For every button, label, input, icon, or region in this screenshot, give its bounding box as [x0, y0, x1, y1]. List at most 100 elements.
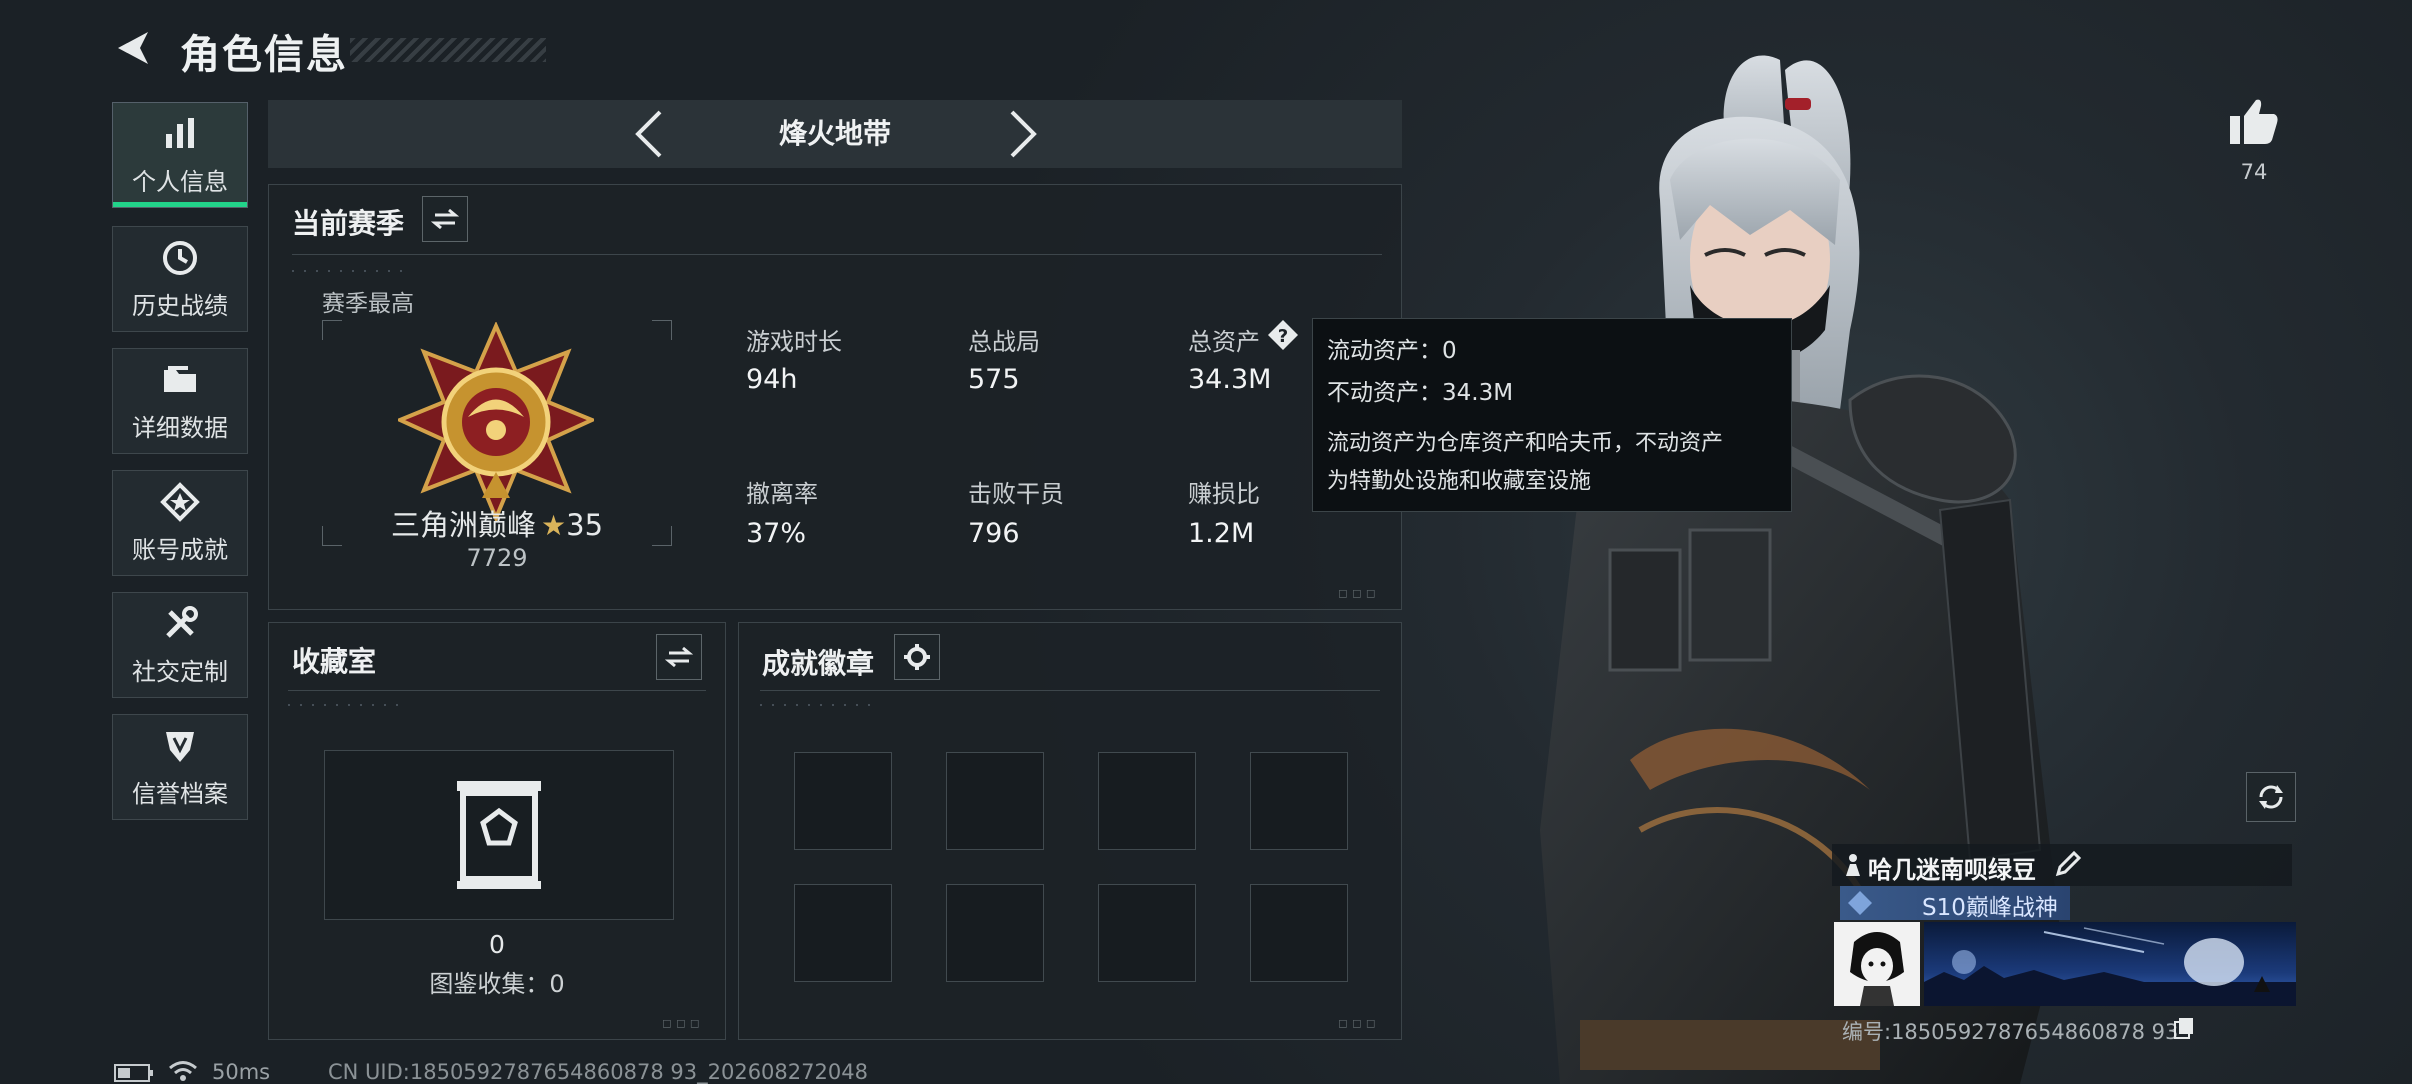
rank-star-icon: ★ — [541, 509, 567, 542]
badge-slot[interactable] — [1250, 752, 1348, 850]
player-avatar[interactable] — [1834, 922, 1920, 1006]
stat-value-total-assets: 34.3M — [1188, 364, 1272, 395]
badge-slot[interactable] — [1250, 884, 1348, 982]
title-emblem-icon — [1848, 891, 1872, 915]
player-rank-icon — [1846, 854, 1860, 876]
clock-history-icon — [163, 240, 197, 275]
back-arrow-icon[interactable] — [112, 26, 156, 70]
svg-text:?: ? — [1278, 326, 1288, 347]
stat-label-profit-loss: 赚损比 — [1188, 480, 1260, 508]
catalog-collection: 图鉴收集：0 — [429, 970, 565, 998]
badge-slot[interactable] — [1098, 752, 1196, 850]
sidebar-item-detailed-data[interactable]: 详细数据 — [112, 348, 248, 454]
status-uid: CN UID:1850592787654860878 93_2026082720… — [328, 1060, 868, 1084]
page-title: 角色信息 — [180, 32, 348, 78]
stat-value-playtime: 94h — [746, 364, 798, 395]
player-banner[interactable] — [1924, 922, 2296, 1006]
bar-chart-icon — [166, 117, 194, 148]
tooltip-description-line1: 流动资产为仓库资产和哈夫币，不动资产 — [1327, 431, 1724, 456]
panel-decoration — [288, 704, 398, 706]
stat-label-playtime: 游戏时长 — [746, 328, 842, 356]
sidebar-item-label: 账号成就 — [132, 535, 228, 564]
badges-settings-button[interactable] — [894, 634, 940, 680]
mode-title: 烽火地带 — [778, 117, 891, 150]
player-name: 哈几迷南呗绿豆 — [1868, 856, 2036, 884]
refresh-icon — [2259, 785, 2283, 809]
copy-icon[interactable] — [2172, 1016, 2196, 1040]
collection-count: 0 — [489, 930, 505, 959]
badge-slot[interactable] — [946, 884, 1044, 982]
achievement-star-icon — [160, 481, 200, 522]
sidebar-item-match-history[interactable]: 历史战绩 — [112, 226, 248, 332]
badge-slot[interactable] — [794, 884, 892, 982]
player-id: 编号:1850592787654860878 93 — [1842, 1020, 2179, 1044]
gear-icon — [904, 644, 930, 670]
badge-slot[interactable] — [946, 752, 1044, 850]
shield-badge-icon — [166, 731, 194, 762]
sidebar-item-label: 个人信息 — [132, 167, 228, 196]
rotate-view-button[interactable] — [2246, 772, 2296, 822]
sidebar-item-achievements[interactable]: 账号成就 — [112, 470, 248, 576]
panel-divider — [760, 690, 1380, 691]
season-peak-label: 赛季最高 — [322, 291, 414, 317]
panel-divider — [292, 254, 1382, 255]
stat-label-total-assets: 总资产 — [1188, 328, 1260, 356]
assets-help-button[interactable]: ? — [1266, 318, 1300, 352]
player-title-text: S10巅峰战神 — [1922, 895, 2058, 921]
title-decoration — [350, 38, 546, 62]
like-count: 74 — [2240, 160, 2268, 184]
avatar-image — [1850, 932, 1904, 1006]
season-switch-button[interactable] — [422, 196, 468, 242]
rank-name: 三角洲巅峰 — [390, 508, 536, 542]
corner-decoration: ◻◻◻ — [662, 1016, 704, 1030]
wifi-icon — [169, 1061, 197, 1081]
thumbs-up-icon[interactable] — [2228, 96, 2280, 146]
stat-value-profit-loss: 1.2M — [1188, 518, 1255, 549]
rank-stars: 35 — [566, 508, 604, 542]
stat-label-total-matches: 总战局 — [968, 328, 1040, 356]
season-heading: 当前赛季 — [292, 207, 405, 240]
sidebar-item-reputation[interactable]: 信誉档案 — [112, 714, 248, 820]
badge-slot[interactable] — [1098, 884, 1196, 982]
sidebar-item-label: 社交定制 — [132, 657, 228, 686]
banner-image — [1924, 927, 2296, 1006]
sidebar-item-label: 信誉档案 — [132, 779, 228, 808]
sidebar-item-social-custom[interactable]: 社交定制 — [112, 592, 248, 698]
collection-heading: 收藏室 — [292, 645, 377, 678]
ping-text: 50ms — [212, 1060, 271, 1084]
sidebar-item-personal-info[interactable]: 个人信息 — [112, 102, 248, 208]
collection-preview[interactable] — [324, 750, 674, 920]
tooltip-liquid-assets: 流动资产：0 — [1327, 338, 1457, 364]
badge-slot[interactable] — [794, 752, 892, 850]
sidebar-item-label: 详细数据 — [132, 413, 228, 442]
collection-switch-button[interactable] — [656, 634, 702, 680]
sidebar-item-label: 历史战绩 — [132, 291, 228, 320]
display-case-icon — [457, 781, 541, 889]
stat-label-extraction-rate: 撤离率 — [746, 480, 818, 508]
stat-value-extraction-rate: 37% — [746, 518, 807, 549]
tools-icon — [166, 605, 198, 638]
assets-tooltip: 流动资产：0 不动资产：34.3M 流动资产为仓库资产和哈夫币，不动资产 为特勤… — [1312, 318, 1792, 512]
folder-icon — [164, 365, 196, 392]
stat-label-operators-defeated: 击败干员 — [968, 480, 1064, 508]
panel-decoration — [760, 704, 870, 706]
chevron-right-icon[interactable] — [1002, 108, 1042, 160]
swap-icon — [665, 646, 693, 668]
panel-decoration — [292, 270, 412, 272]
battery-icon — [114, 1064, 153, 1082]
badges-heading: 成就徽章 — [762, 647, 875, 680]
corner-decoration: ◻◻◻ — [1338, 1016, 1380, 1030]
panel-divider — [288, 690, 706, 691]
tooltip-fixed-assets: 不动资产：34.3M — [1327, 380, 1514, 406]
rank-info: 三角洲巅峰 ★35 — [322, 502, 672, 544]
edit-pencil-icon[interactable] — [2054, 850, 2082, 878]
question-icon: ? — [1268, 320, 1298, 350]
swap-icon — [431, 208, 459, 230]
stat-value-total-matches: 575 — [968, 364, 1020, 395]
rank-medal-icon — [398, 322, 594, 522]
tooltip-description-line2: 为特勤处设施和收藏室设施 — [1327, 469, 1592, 494]
rank-points: 7729 — [466, 544, 528, 572]
player-title-tag: S10巅峰战神 — [1840, 886, 2070, 921]
corner-decoration: ◻◻◻ — [1338, 586, 1380, 600]
stat-value-operators-defeated: 796 — [968, 518, 1020, 549]
